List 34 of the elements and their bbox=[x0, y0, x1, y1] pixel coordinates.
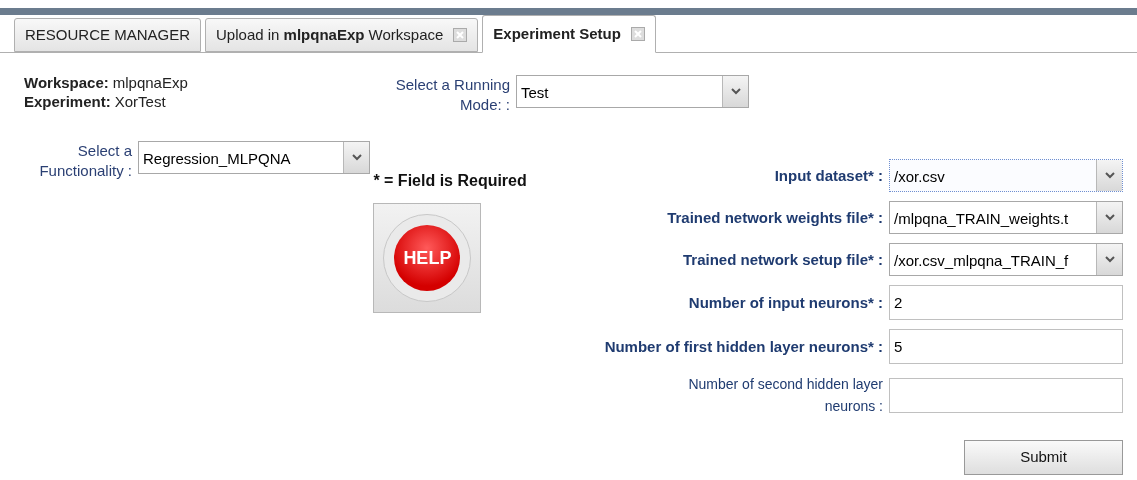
field-label: Number of input neurons* : bbox=[687, 292, 883, 313]
required-note: * = Field is Required bbox=[373, 171, 528, 191]
dropdown[interactable]: Test bbox=[516, 75, 749, 108]
tab-label: RESOURCE MANAGER bbox=[25, 24, 191, 45]
dropdown[interactable]: /xor.csv bbox=[889, 159, 1123, 192]
functionality-label: Select a Functionality : bbox=[38, 141, 132, 181]
dropdown[interactable]: Regression_MLPQNA bbox=[138, 141, 370, 174]
help-button[interactable]: HELP bbox=[373, 203, 482, 313]
tab-label: Upload in mlpqnaExp Workspace bbox=[216, 24, 444, 45]
caret-icon[interactable] bbox=[343, 142, 369, 173]
caret-icon[interactable] bbox=[1096, 244, 1122, 275]
field-label: Number of second hidden layer neurons : bbox=[687, 375, 883, 416]
field-label: Trained network weights file* : bbox=[666, 207, 883, 228]
input-field[interactable]: 5 bbox=[889, 329, 1123, 364]
tab[interactable]: Experiment Setup bbox=[482, 15, 656, 53]
tab[interactable]: RESOURCE MANAGER bbox=[14, 18, 202, 52]
input-field[interactable] bbox=[889, 377, 1123, 413]
caret-icon[interactable] bbox=[1096, 160, 1122, 191]
field-label: Input dataset* : bbox=[773, 165, 883, 186]
submit-button[interactable]: Submit bbox=[964, 440, 1123, 475]
info-label: Experiment: bbox=[24, 92, 111, 111]
field-label: Trained network setup file* : bbox=[681, 249, 883, 270]
info-label: Workspace: bbox=[24, 73, 109, 92]
dropdown[interactable]: /mlpqna_TRAIN_weights.t bbox=[889, 201, 1123, 234]
dropdown[interactable]: /xor.csv_mlpqna_TRAIN_f bbox=[889, 243, 1123, 276]
info-value: mlpqnaExp bbox=[112, 73, 188, 92]
tab-label: Experiment Setup bbox=[493, 23, 621, 44]
running-mode-label: Select a Running Mode: : bbox=[394, 75, 510, 115]
info-value: XorTest bbox=[114, 92, 166, 111]
field-label: Number of first hidden layer neurons* : bbox=[603, 336, 883, 357]
caret-icon[interactable] bbox=[722, 76, 748, 107]
caret-icon[interactable] bbox=[1096, 202, 1122, 233]
tab[interactable]: Upload in mlpqnaExp Workspace bbox=[205, 18, 479, 52]
input-field[interactable]: 2 bbox=[889, 285, 1123, 320]
